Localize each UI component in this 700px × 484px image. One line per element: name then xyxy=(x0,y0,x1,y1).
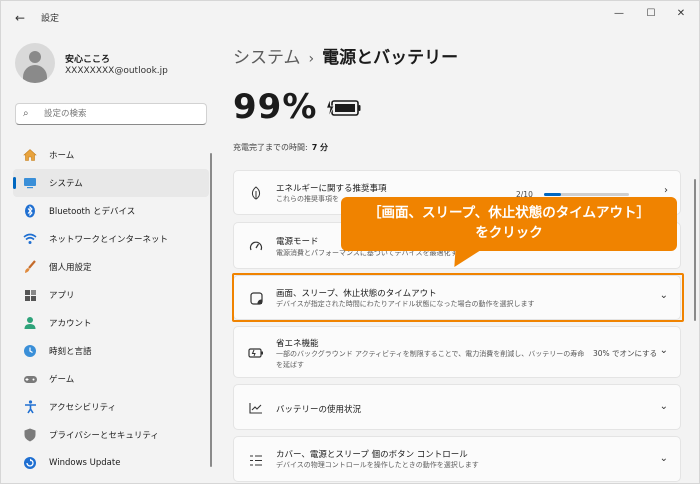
buttons-icon xyxy=(248,452,264,468)
highlight-frame xyxy=(232,273,684,322)
sidebar-item-bluetooth[interactable]: Bluetooth とデバイス xyxy=(13,197,209,225)
wifi-icon xyxy=(21,230,39,248)
energy-saver-icon xyxy=(248,345,264,361)
sidebar-scrollbar[interactable] xyxy=(210,153,212,467)
sidebar-item-label: システム xyxy=(49,179,83,189)
chevron-down-icon: ⌄ xyxy=(659,345,668,356)
sidebar-item-time-language[interactable]: 時刻と言語 xyxy=(13,337,209,365)
user-email: XXXXXXXX@outlook.jp xyxy=(65,66,168,76)
page-title: 電源とバッテリー xyxy=(322,48,459,68)
sidebar-item-apps[interactable]: アプリ xyxy=(13,281,209,309)
gamepad-icon xyxy=(21,370,39,388)
sidebar-item-gaming[interactable]: ゲーム xyxy=(13,365,209,393)
user-name: 安心こころ xyxy=(65,55,111,65)
battery-charging-icon xyxy=(326,98,361,118)
leaf-icon xyxy=(248,185,264,201)
search-input[interactable] xyxy=(44,107,194,121)
brush-icon xyxy=(21,258,39,276)
instruction-callout: ［画面、スリープ、休止状態のタイムアウト］ をクリック xyxy=(341,197,677,251)
system-icon xyxy=(21,174,39,192)
callout-line-1: ［画面、スリープ、休止状態のタイムアウト］ xyxy=(367,205,650,221)
update-icon xyxy=(21,454,39,472)
lid-power-buttons-card[interactable]: カバー、電源とスリープ 個のボタン コントロール デバイスの物理コントロールを操… xyxy=(233,436,681,482)
bluetooth-icon xyxy=(21,202,39,220)
sidebar-item-label: ネットワークとインターネット xyxy=(49,235,169,245)
energy-saver-status: 30% でオンにする xyxy=(593,349,658,358)
sidebar-item-network[interactable]: ネットワークとインターネット xyxy=(13,225,209,253)
callout-line-2: をクリック xyxy=(475,225,543,241)
sidebar-item-label: ホーム xyxy=(49,151,75,161)
chevron-down-icon: ⌄ xyxy=(659,453,668,464)
chevron-right-icon: › xyxy=(664,185,668,196)
battery-percentage: 99% xyxy=(233,87,318,127)
sidebar-item-system[interactable]: システム xyxy=(13,169,209,197)
chevron-down-icon: ⌄ xyxy=(659,401,668,412)
sidebar-item-label: アプリ xyxy=(49,291,75,301)
breadcrumb-parent[interactable]: システム xyxy=(233,48,301,68)
card-title: カバー、電源とスリープ 個のボタン コントロール xyxy=(276,450,468,460)
home-icon xyxy=(21,146,39,164)
close-icon[interactable]: ✕ xyxy=(669,5,693,23)
sidebar-item-windows-update[interactable]: Windows Update xyxy=(13,449,209,477)
sidebar-nav: ホーム システム Bluetooth とデバイス ネットワークとインターネット … xyxy=(13,141,209,477)
sidebar-item-label: プライバシーとセキュリティ xyxy=(49,431,159,441)
charge-time-label: 充電完了までの時間: xyxy=(233,143,308,152)
sidebar-item-accounts[interactable]: アカウント xyxy=(13,309,209,337)
avatar[interactable] xyxy=(15,43,55,83)
sidebar-item-label: ゲーム xyxy=(49,375,75,385)
battery-usage-card[interactable]: バッテリーの使用状況 ⌄ xyxy=(233,384,681,430)
progress-bar xyxy=(544,193,629,196)
account-icon xyxy=(21,314,39,332)
sidebar-item-label: Windows Update xyxy=(49,458,121,468)
clock-globe-icon xyxy=(21,342,39,360)
power-mode-icon xyxy=(248,238,264,254)
accessibility-icon xyxy=(21,398,39,416)
sidebar-item-home[interactable]: ホーム xyxy=(13,141,209,169)
search-box[interactable]: ⌕ xyxy=(15,103,207,125)
back-arrow-icon[interactable]: ← xyxy=(11,9,29,27)
maximize-icon[interactable]: ☐ xyxy=(639,5,663,23)
charge-time-value: 7 分 xyxy=(311,143,329,152)
title-bar: ← 設定 — ☐ ✕ xyxy=(1,1,700,35)
card-description: 一部のバックグラウンド アクティビティを制限することで、電力消費を削減し、バッテ… xyxy=(276,350,585,358)
card-description: デバイスの物理コントロールを操作したときの動作を選択します xyxy=(276,461,479,469)
sidebar-item-privacy[interactable]: プライバシーとセキュリティ xyxy=(13,421,209,449)
sidebar-item-personalization[interactable]: 個人用設定 xyxy=(13,253,209,281)
sidebar-item-label: Bluetooth とデバイス xyxy=(49,207,136,217)
sidebar-item-label: 時刻と言語 xyxy=(49,347,92,357)
breadcrumb-separator: › xyxy=(308,51,315,67)
card-description-cont: を延ばす xyxy=(276,361,304,369)
search-icon: ⌕ xyxy=(23,108,29,119)
shield-icon xyxy=(21,426,39,444)
apps-icon xyxy=(21,286,39,304)
card-title: 省エネ機能 xyxy=(276,339,319,349)
window-title: 設定 xyxy=(41,14,60,24)
card-description: これらの推奨事項を xyxy=(276,195,339,203)
card-title: バッテリーの使用状況 xyxy=(276,405,362,415)
breadcrumb: システム › 電源とバッテリー xyxy=(233,43,458,68)
card-title: 電源モード xyxy=(276,237,319,247)
sidebar-item-accessibility[interactable]: アクセシビリティ xyxy=(13,393,209,421)
card-title: エネルギーに関する推奨事項 xyxy=(276,184,387,194)
progress-fill xyxy=(544,193,561,196)
energy-saver-card[interactable]: 省エネ機能 一部のバックグラウンド アクティビティを制限することで、電力消費を削… xyxy=(233,326,681,378)
main-scrollbar[interactable] xyxy=(694,179,696,321)
chart-icon xyxy=(248,400,264,416)
sidebar-item-label: アカウント xyxy=(49,319,92,329)
sidebar-item-label: アクセシビリティ xyxy=(49,403,117,413)
minimize-icon[interactable]: — xyxy=(607,5,631,23)
sidebar-item-label: 個人用設定 xyxy=(49,263,92,273)
settings-window: ← 設定 — ☐ ✕ 安心こころ XXXXXXXX@outlook.jp ⌕ ホ… xyxy=(0,0,700,484)
charge-time: 充電完了までの時間: 7 分 xyxy=(233,142,328,153)
